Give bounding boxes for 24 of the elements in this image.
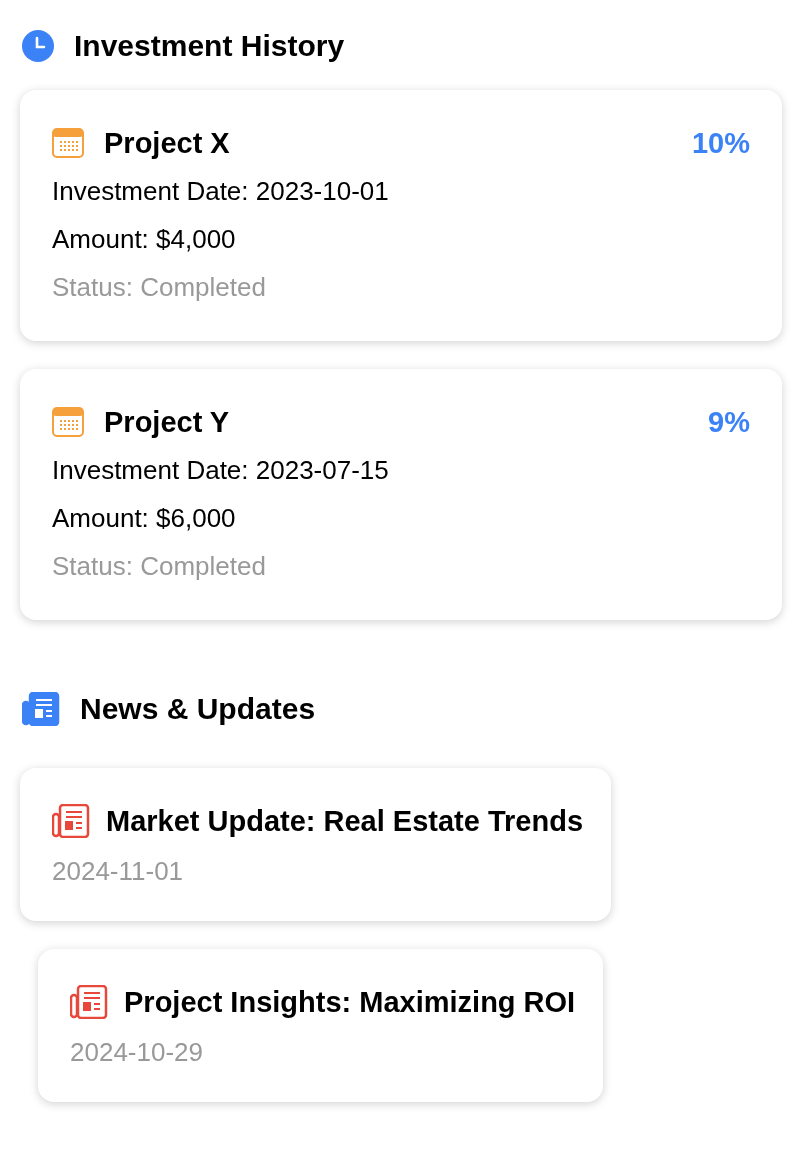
clock-icon bbox=[22, 30, 54, 62]
news-card[interactable]: Project Insights: Maximizing ROI 2024-10-29 bbox=[38, 949, 604, 1102]
return-percent: 9% bbox=[708, 407, 750, 437]
investment-amount: Amount: $4,000 bbox=[52, 224, 237, 254]
news-date: 2024-10-29 bbox=[70, 1037, 204, 1067]
project-name: Project Y bbox=[104, 407, 230, 437]
calendar-icon bbox=[52, 128, 84, 158]
project-name: Project X bbox=[104, 128, 230, 158]
section-title: Investment History bbox=[74, 31, 345, 61]
news-date: 2024-11-01 bbox=[52, 856, 185, 886]
news-title: Market Update: Real Estate Trends bbox=[106, 806, 584, 836]
investment-status: Status: Completed bbox=[52, 551, 267, 581]
news-card[interactable]: Market Update: Real Estate Trends 2024-11-01 bbox=[20, 768, 612, 921]
investment-date: Investment Date: 2023-07-15 bbox=[52, 455, 390, 485]
newspaper-icon bbox=[52, 804, 90, 838]
news-title: Project Insights: Maximizing ROI bbox=[124, 987, 576, 1017]
section-title: News & Updates bbox=[80, 694, 316, 724]
newspaper-icon bbox=[70, 985, 108, 1019]
return-percent: 10% bbox=[691, 128, 750, 158]
investment-date: Investment Date: 2023-10-01 bbox=[52, 176, 390, 206]
calendar-icon bbox=[52, 407, 84, 437]
investment-amount: Amount: $6,000 bbox=[52, 503, 237, 533]
investment-status: Status: Completed bbox=[52, 272, 267, 302]
newspaper-icon bbox=[22, 692, 60, 726]
